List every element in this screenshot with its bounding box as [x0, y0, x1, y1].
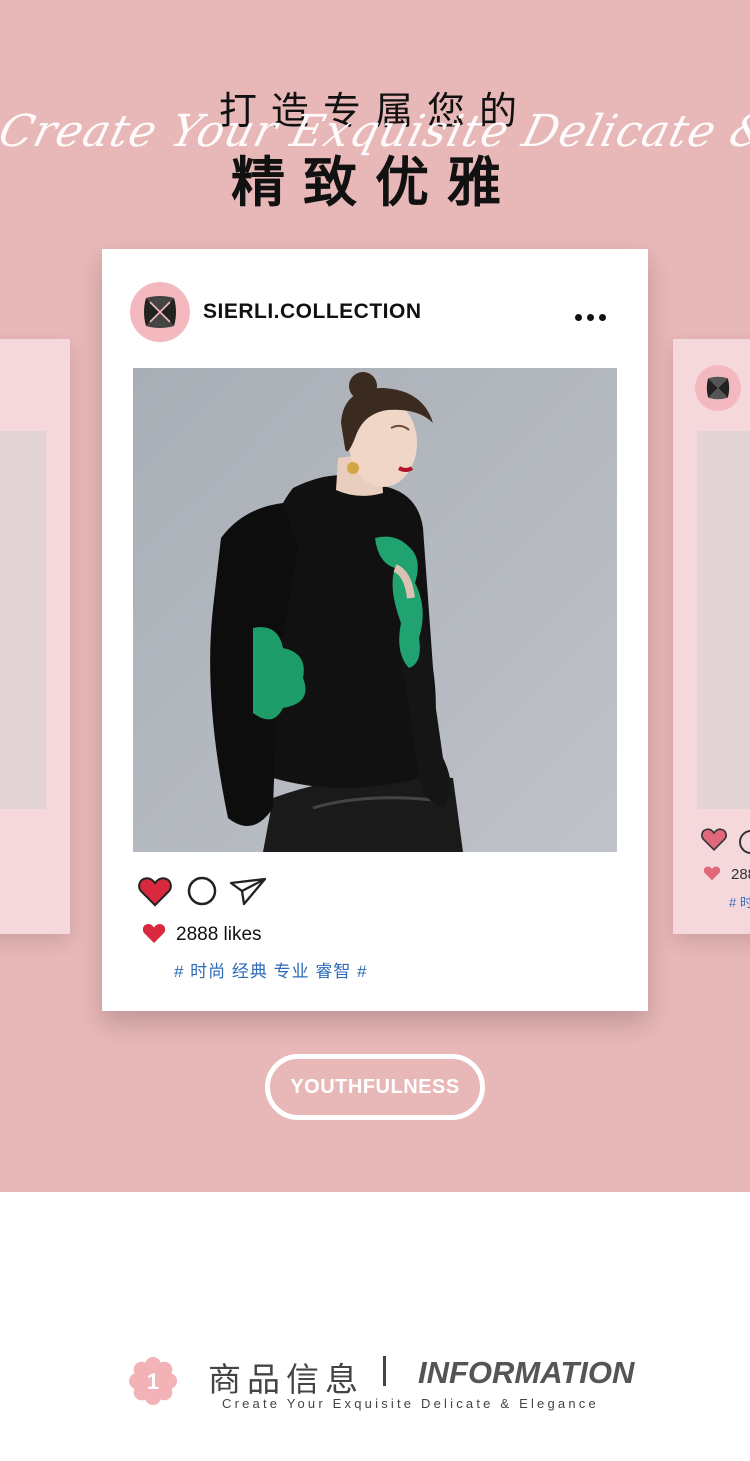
comment-icon[interactable] [186, 875, 218, 907]
side-card-photo [0, 431, 46, 809]
heart-icon[interactable] [701, 827, 727, 851]
divider [383, 1356, 386, 1386]
heart-icon[interactable] [138, 875, 172, 907]
side-likes-text: 288 [731, 866, 750, 883]
info-title-cn: 商品信息 [208, 1360, 364, 1399]
likes-heart-icon [703, 866, 721, 881]
post-photo [133, 368, 617, 852]
model-photo-illustration [133, 368, 617, 852]
post-card: SIERLI.COLLECTION 2888 likes # 时尚 经典 专业 … [102, 249, 648, 1011]
hashtags[interactable]: # 时尚 经典 专业 睿智 # [174, 957, 368, 982]
side-card-right[interactable]: 288 # 时 [673, 339, 750, 934]
flower-number-icon: 1 [129, 1357, 177, 1405]
username[interactable]: SIERLI.COLLECTION [203, 300, 422, 324]
side-tags: # 时 [729, 895, 750, 910]
hero-banner: 打造专属您的 Create Your Exquisite Delicate & … [0, 0, 750, 1192]
info-number: 1 [147, 1369, 159, 1394]
youthfulness-button[interactable]: YOUTHFULNESS [265, 1054, 485, 1120]
hero-title-main: 精致优雅 [231, 151, 519, 214]
side-card-photo [697, 431, 750, 809]
side-card-avatar [695, 365, 741, 411]
likes-heart-icon [142, 923, 166, 943]
comment-icon[interactable] [739, 830, 750, 854]
likes-count: 2888 likes [176, 924, 262, 945]
info-subtitle: Create Your Exquisite Delicate & Eleganc… [222, 1396, 599, 1411]
brand-logo-icon [706, 376, 730, 400]
avatar[interactable] [130, 282, 190, 342]
brand-logo-icon [144, 296, 176, 328]
more-icon[interactable] [575, 308, 615, 321]
info-title-en: INFORMATION [418, 1355, 635, 1390]
side-card-left[interactable] [0, 339, 70, 934]
share-icon[interactable] [228, 875, 268, 907]
